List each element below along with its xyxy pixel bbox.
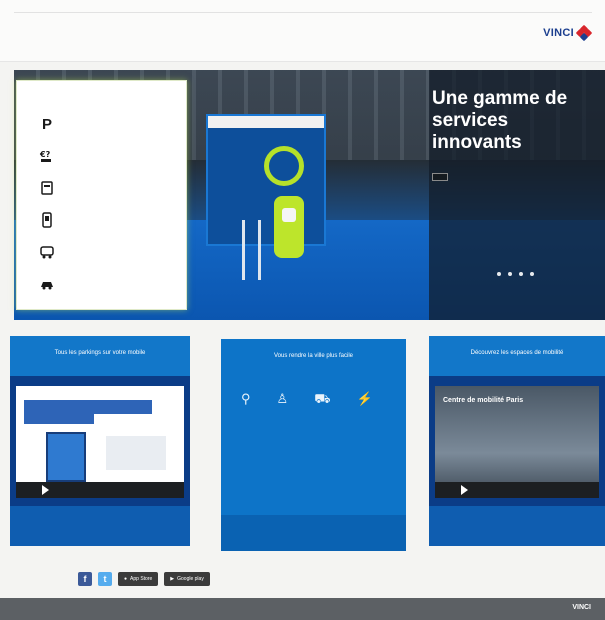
panel-item-subscribe[interactable] bbox=[39, 180, 67, 196]
card-footer-link[interactable] bbox=[10, 506, 190, 546]
barrier-pole bbox=[258, 220, 261, 280]
car-icon: ⛟ bbox=[314, 391, 331, 406]
top-navigation: VINCI bbox=[0, 0, 605, 62]
phone-preview-image bbox=[46, 432, 86, 482]
card-city-easier: Vous rendre la ville plus facile ⚲ ♙ ⛟ ⚡ bbox=[221, 339, 406, 551]
video-title: Centre de mobilité Paris bbox=[443, 397, 524, 404]
app-store-button[interactable]: ● App Store bbox=[118, 572, 159, 586]
footer-logo[interactable]: VINCI bbox=[572, 604, 591, 611]
reservation-phone-icon bbox=[39, 212, 55, 228]
page: VINCI Une gamme de services innovants P … bbox=[0, 0, 605, 620]
card-footer-link[interactable] bbox=[429, 506, 605, 546]
parking-search-icon: ⚲ bbox=[241, 391, 251, 406]
carousel-dot[interactable] bbox=[497, 272, 501, 276]
video-frame-image bbox=[106, 436, 166, 470]
station-cap bbox=[208, 116, 324, 128]
vinci-mark-icon bbox=[575, 24, 593, 42]
video-title-bar bbox=[24, 400, 152, 414]
video-title-bar bbox=[24, 414, 94, 424]
charge-icon: ⚡ bbox=[356, 391, 373, 406]
car-rental-icon bbox=[39, 244, 55, 260]
twitter-icon[interactable]: t bbox=[98, 572, 112, 586]
hero-discover-button[interactable] bbox=[432, 173, 448, 181]
play-icon[interactable] bbox=[42, 485, 49, 495]
card-footer-link[interactable] bbox=[221, 515, 406, 551]
top-divider bbox=[14, 12, 592, 13]
apple-icon: ● bbox=[124, 576, 128, 582]
car-purchase-icon bbox=[39, 276, 55, 292]
google-play-button[interactable]: ▶ Google play bbox=[164, 572, 210, 586]
pedestrian-icon: ♙ bbox=[276, 391, 289, 406]
play-store-icon: ▶ bbox=[170, 576, 175, 582]
carousel-dot[interactable] bbox=[519, 272, 523, 276]
panel-item-reserve[interactable] bbox=[39, 212, 67, 228]
logo-wordmark: VINCI bbox=[543, 27, 574, 39]
video-controls bbox=[435, 482, 599, 498]
charger-plug-icon bbox=[274, 196, 304, 258]
service-icons: ⚲ ♙ ⛟ ⚡ bbox=[241, 391, 373, 409]
card-header: Tous les parkings sur votre mobile bbox=[10, 336, 190, 376]
panel-item-park[interactable]: P bbox=[39, 115, 67, 133]
panel-item-calculate[interactable]: €? bbox=[39, 148, 67, 164]
video-player[interactable] bbox=[16, 386, 184, 498]
barrier-pole bbox=[242, 220, 245, 280]
card-mobility-spaces: Découvrez les espaces de mobilité Centre… bbox=[429, 336, 605, 546]
price-calculator-icon: €? bbox=[39, 148, 55, 164]
svg-text:€?: €? bbox=[39, 150, 51, 159]
parking-p-icon: P bbox=[41, 115, 52, 133]
carousel-dot[interactable] bbox=[530, 272, 534, 276]
panel-item-buy[interactable] bbox=[39, 276, 67, 292]
hero-title: Une gamme de services innovants bbox=[432, 88, 568, 153]
subscription-icon bbox=[39, 180, 55, 196]
facebook-icon[interactable]: f bbox=[78, 572, 92, 586]
panel-item-rent[interactable] bbox=[39, 244, 67, 260]
card-title: Vous rendre la ville plus facile bbox=[273, 353, 354, 359]
carousel-dot[interactable] bbox=[508, 272, 512, 276]
video-player[interactable]: Centre de mobilité Paris bbox=[435, 386, 599, 498]
site-footer: VINCI bbox=[0, 598, 605, 620]
carousel-dots bbox=[497, 272, 534, 276]
card-mobile-parkings: Tous les parkings sur votre mobile bbox=[10, 336, 190, 546]
social-row: f t ● App Store ▶ Google play bbox=[14, 572, 210, 586]
charging-station-image bbox=[206, 114, 326, 258]
play-icon[interactable] bbox=[461, 485, 468, 495]
cable-coil-icon bbox=[264, 146, 304, 186]
search-panel: P €? bbox=[16, 80, 187, 310]
vinci-logo[interactable]: VINCI bbox=[543, 24, 593, 42]
card-header: Découvrez les espaces de mobilité bbox=[429, 336, 605, 376]
